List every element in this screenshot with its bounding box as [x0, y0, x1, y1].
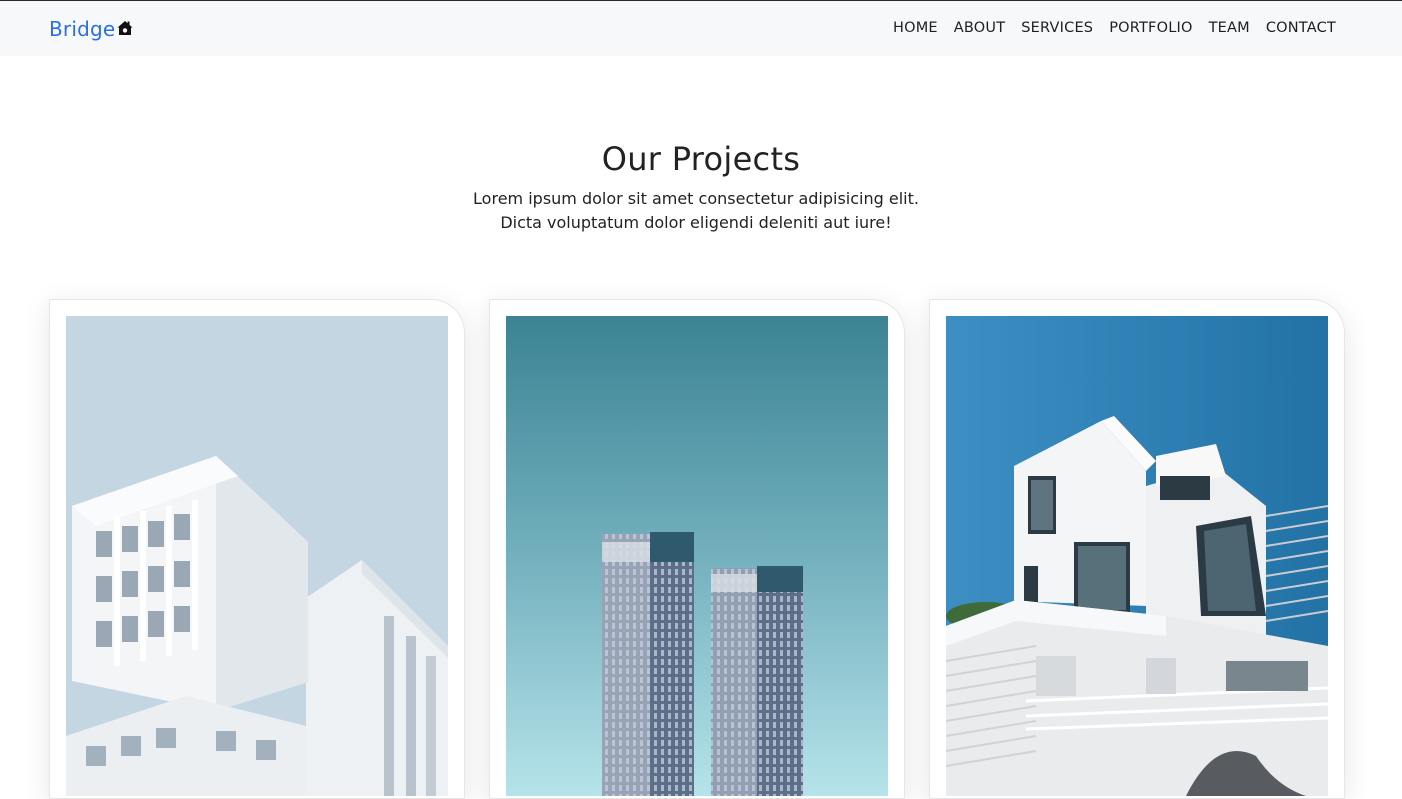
nav-link-team[interactable]: TEAM [1209, 20, 1250, 36]
project-card-2[interactable] [489, 299, 905, 799]
project-image-3 [946, 316, 1328, 796]
project-image-1 [66, 316, 448, 796]
subtitle-line-1: Lorem ipsum dolor sit amet consectetur a… [473, 189, 919, 208]
nav-link-home[interactable]: HOME [893, 20, 938, 36]
modern-white-villa-photo [946, 316, 1328, 796]
nav-link-portfolio[interactable]: PORTFOLIO [1109, 20, 1192, 36]
section-subtitle: Lorem ipsum dolor sit amet consectetur a… [0, 187, 1392, 235]
nav-link-about[interactable]: ABOUT [954, 20, 1006, 36]
nav-link-services[interactable]: SERVICES [1021, 20, 1093, 36]
nav-menu: HOME ABOUT SERVICES PORTFOLIO TEAM CONTA… [893, 20, 1336, 36]
section-title: Our Projects [601, 140, 801, 178]
brand-name: Bridge [49, 17, 116, 41]
subtitle-line-2: Dicta voluptatum dolor eligendi deleniti… [500, 213, 892, 232]
project-image-2 [506, 316, 888, 796]
white-modular-building-photo [66, 316, 448, 796]
nav-link-contact[interactable]: CONTACT [1266, 20, 1336, 36]
house-icon [117, 21, 133, 35]
brand-logo[interactable]: Bridge [49, 17, 134, 41]
project-card-3[interactable] [929, 299, 1345, 799]
twin-skyscrapers-photo [506, 316, 888, 796]
project-card-1[interactable] [49, 299, 465, 799]
navbar: Bridge HOME ABOUT SERVICES PORTFOLIO TEA… [0, 1, 1402, 56]
